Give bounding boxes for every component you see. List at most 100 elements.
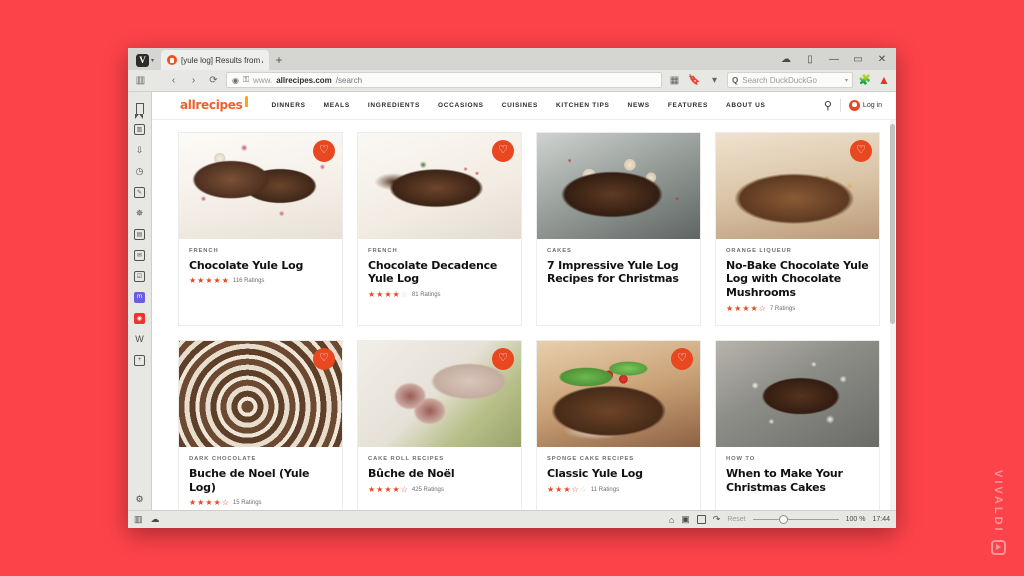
save-recipe-heart-icon[interactable]: ♡ xyxy=(492,347,514,370)
recipe-card[interactable]: ♡ CAKE ROLL RECIPES Bûche de Noël ★ ★ ★ ★ ☆️ 425… xyxy=(357,339,522,510)
recipe-card[interactable]: ♡ SPONGE CAKE RECIPES Classic Yule Log ★ ★ ★ ☆… xyxy=(536,339,701,510)
star-full-icon: ★ xyxy=(213,498,221,508)
recipe-category: CAKES xyxy=(547,247,572,254)
recipe-card[interactable]: HOW TO When to Make Your Christmas Cakes xyxy=(715,339,880,510)
clock-web-panel-icon[interactable]: ◉ xyxy=(128,308,152,329)
recipe-title[interactable]: No-Bake Chocolate Yule Log with Chocolat… xyxy=(726,259,869,300)
recipe-thumbnail[interactable] xyxy=(716,340,879,447)
save-recipe-heart-icon[interactable]: ♡ xyxy=(850,139,872,162)
bookmark-icon[interactable]: 🔖 xyxy=(687,72,702,88)
panel-toggle-icon[interactable]: ▥ xyxy=(134,514,143,525)
recipe-title[interactable]: Chocolate Yule Log xyxy=(189,259,332,273)
recipe-thumbnail[interactable]: ♡ xyxy=(358,132,521,239)
capture-page-icon[interactable]: ⌂ xyxy=(669,515,674,525)
star-full-icon: ★ xyxy=(750,303,758,313)
allrecipes-logo[interactable]: allrecipes xyxy=(180,96,249,112)
extensions-icon[interactable]: 🧩 xyxy=(858,72,872,88)
maximize-button[interactable]: ▭ xyxy=(846,48,870,70)
star-full-icon: ★ xyxy=(197,498,205,508)
calendar-panel-icon[interactable]: ▤ xyxy=(128,224,152,245)
recipe-thumbnail[interactable] xyxy=(537,132,700,239)
star-full-icon: ★ xyxy=(205,276,213,286)
downloads-panel-icon[interactable]: ⇩ xyxy=(128,140,152,161)
allrecipes-favicon-icon xyxy=(167,55,177,65)
nav-item-dinners[interactable]: DINNERS xyxy=(262,102,314,109)
cloud-icon[interactable]: ☁ xyxy=(151,514,160,525)
history-panel-icon[interactable]: ◷ xyxy=(128,161,152,182)
vivaldi-menu-button[interactable]: V ▾ xyxy=(132,50,158,70)
rating-count: 7 Ratings xyxy=(769,305,796,312)
save-recipe-heart-icon[interactable]: ♡ xyxy=(313,347,335,370)
scrollbar-thumb[interactable] xyxy=(890,123,895,324)
nav-item-cuisines[interactable]: CUISINES xyxy=(493,102,547,109)
save-recipe-heart-icon[interactable]: ♡ xyxy=(492,139,514,162)
recipe-card[interactable]: ♡ DARK CHOCOLATE Buche de Noel (Yule Log) ★… xyxy=(178,339,343,510)
recipe-title[interactable]: 7 Impressive Yule Log Recipes for Christ… xyxy=(547,259,690,287)
star-full-icon: ★ xyxy=(368,484,376,494)
mastodon-web-panel-icon[interactable]: m xyxy=(128,287,152,308)
minimize-button[interactable]: — xyxy=(822,48,846,70)
results-grid: ♡ FRENCH Chocolate Yule Log ★ ★ ★ ★ ★ 116 Rating… xyxy=(152,120,896,510)
recipe-thumbnail[interactable]: ♡ xyxy=(537,340,700,447)
star-full-icon: ★ xyxy=(221,276,229,286)
zoom-reset-button[interactable]: Reset xyxy=(727,516,745,523)
notes-panel-icon[interactable]: ✎ xyxy=(128,182,152,203)
forward-button[interactable]: › xyxy=(186,72,201,88)
image-toggle-icon[interactable]: ▣ xyxy=(681,514,690,525)
sync-icon[interactable]: ☁ xyxy=(774,48,798,70)
recipe-thumbnail[interactable]: ♡ xyxy=(179,132,342,239)
url-dropdown-icon[interactable]: ▾ xyxy=(707,72,722,88)
close-button[interactable]: ✕ xyxy=(870,48,894,70)
search-icon[interactable]: ⚲ xyxy=(824,99,832,112)
url-input[interactable]: ◉ ⚿ www. allrecipes.com/search xyxy=(226,72,662,89)
page-actions-icon[interactable]: ▦ xyxy=(667,72,682,88)
recipe-title[interactable]: Buche de Noel (Yule Log) xyxy=(189,467,332,495)
sync-status-icon[interactable]: ↷ xyxy=(713,514,721,525)
save-recipe-heart-icon[interactable]: ♡ xyxy=(313,139,335,162)
nav-item-ingredients[interactable]: INGREDIENTS xyxy=(359,102,429,109)
wikipedia-web-panel-icon[interactable]: W xyxy=(128,329,152,350)
recipe-card[interactable]: CAKES 7 Impressive Yule Log Recipes for C… xyxy=(536,131,701,326)
back-button[interactable]: ‹ xyxy=(166,72,181,88)
recipe-title[interactable]: Bûche de Noël xyxy=(368,467,511,481)
zoom-slider[interactable] xyxy=(752,515,839,524)
zoom-slider-knob[interactable] xyxy=(778,515,788,524)
add-web-panel-icon[interactable]: + xyxy=(128,350,152,371)
mail-panel-icon[interactable]: ✉ xyxy=(128,245,152,266)
recipe-thumbnail[interactable]: ♡ xyxy=(358,340,521,447)
tiling-icon[interactable] xyxy=(696,515,706,524)
bookmarks-panel-icon[interactable] xyxy=(128,98,152,119)
nav-item-news[interactable]: NEWS xyxy=(619,102,659,109)
vivaldi-shield-icon[interactable]: ▲ xyxy=(877,72,891,88)
recipe-title[interactable]: Classic Yule Log xyxy=(547,467,690,481)
translate-panel-icon[interactable]: ✵ xyxy=(128,203,152,224)
reading-list-panel-icon[interactable]: ▥ xyxy=(128,119,152,140)
recipe-title[interactable]: Chocolate Decadence Yule Log xyxy=(368,259,511,287)
nav-item-about-us[interactable]: ABOUT US xyxy=(717,102,775,109)
recipe-thumbnail[interactable]: ♡ xyxy=(179,340,342,447)
tasks-panel-icon[interactable]: ☑ xyxy=(128,266,152,287)
recipe-title[interactable]: When to Make Your Christmas Cakes xyxy=(726,467,869,495)
star-full-icon: ★ xyxy=(547,484,555,494)
search-input[interactable]: Q Search DuckDuckGo ▾ xyxy=(727,72,853,89)
nav-item-meals[interactable]: MEALS xyxy=(315,102,359,109)
panel-toggle-icon[interactable]: ▯ xyxy=(798,48,822,70)
nav-item-kitchen-tips[interactable]: KITCHEN TIPS xyxy=(547,102,619,109)
new-tab-button[interactable]: + xyxy=(269,50,289,70)
page-scrollbar[interactable] xyxy=(890,119,895,510)
browser-tab[interactable]: [yule log] Results from Allr xyxy=(161,50,269,70)
nav-item-occasions[interactable]: OCCASIONS xyxy=(429,102,493,109)
login-button[interactable]: Log in xyxy=(848,99,882,111)
recipe-thumbnail[interactable]: ♡ xyxy=(716,132,879,239)
nav-item-features[interactable]: FEATURES xyxy=(659,102,717,109)
save-recipe-heart-icon[interactable]: ♡ xyxy=(671,347,693,370)
reload-button[interactable]: ⟳ xyxy=(206,72,221,88)
recipe-meta: DARK CHOCOLATE Buche de Noel (Yule Log) ★ ★… xyxy=(179,447,342,510)
recipe-card[interactable]: ♡ FRENCH Chocolate Decadence Yule Log ★ ★ ★ ★ ☆… xyxy=(357,131,522,326)
settings-gear-icon[interactable]: ⚙ xyxy=(128,489,152,510)
vivaldi-logo-icon: V xyxy=(135,53,149,67)
recipe-card[interactable]: ♡ ORANGE LIQUEUR No-Bake Chocolate Yule Lo… xyxy=(715,131,880,326)
chevron-down-icon: ▾ xyxy=(844,77,848,84)
sidebar-toggle-icon[interactable]: ▥ xyxy=(133,72,148,88)
recipe-card[interactable]: ♡ FRENCH Chocolate Yule Log ★ ★ ★ ★ ★ 116 Rating… xyxy=(178,131,343,326)
